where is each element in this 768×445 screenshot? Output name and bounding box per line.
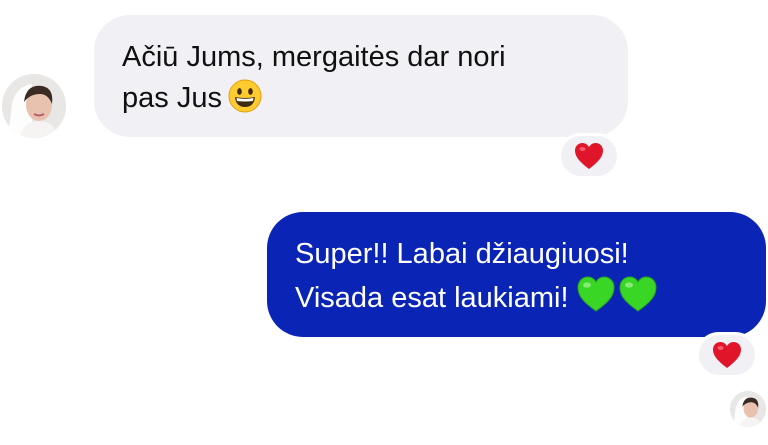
red-heart-icon (575, 143, 603, 169)
message-line-1: Super!! Labai džiaugiuosi! (295, 238, 629, 270)
outgoing-message-bubble[interactable]: Super!! Labai džiaugiuosi! Visada esat l… (267, 212, 766, 337)
read-receipt-avatar (730, 391, 766, 427)
sender-avatar[interactable] (2, 74, 66, 138)
bride-photo-icon (2, 74, 66, 138)
outgoing-message-reaction[interactable] (696, 332, 758, 378)
chat-thread: Ačiū Jums, mergaitės dar nori pas Jus Su… (0, 0, 768, 445)
green-heart-emoji (575, 275, 661, 313)
bride-photo-icon (730, 391, 766, 427)
message-line-2: pas Jus (122, 78, 600, 119)
red-heart-icon (713, 342, 741, 368)
message-line-1: Ačiū Jums, mergaitės dar nori (122, 41, 506, 73)
message-line-2-text: pas Jus (122, 82, 222, 114)
message-line-2: Visada esat laukiami! (295, 275, 738, 319)
incoming-message-reaction[interactable] (558, 133, 620, 179)
grinning-face-emoji (228, 79, 262, 113)
message-line-2-text: Visada esat laukiami! (295, 282, 569, 314)
incoming-message-bubble[interactable]: Ačiū Jums, mergaitės dar nori pas Jus (94, 15, 628, 137)
